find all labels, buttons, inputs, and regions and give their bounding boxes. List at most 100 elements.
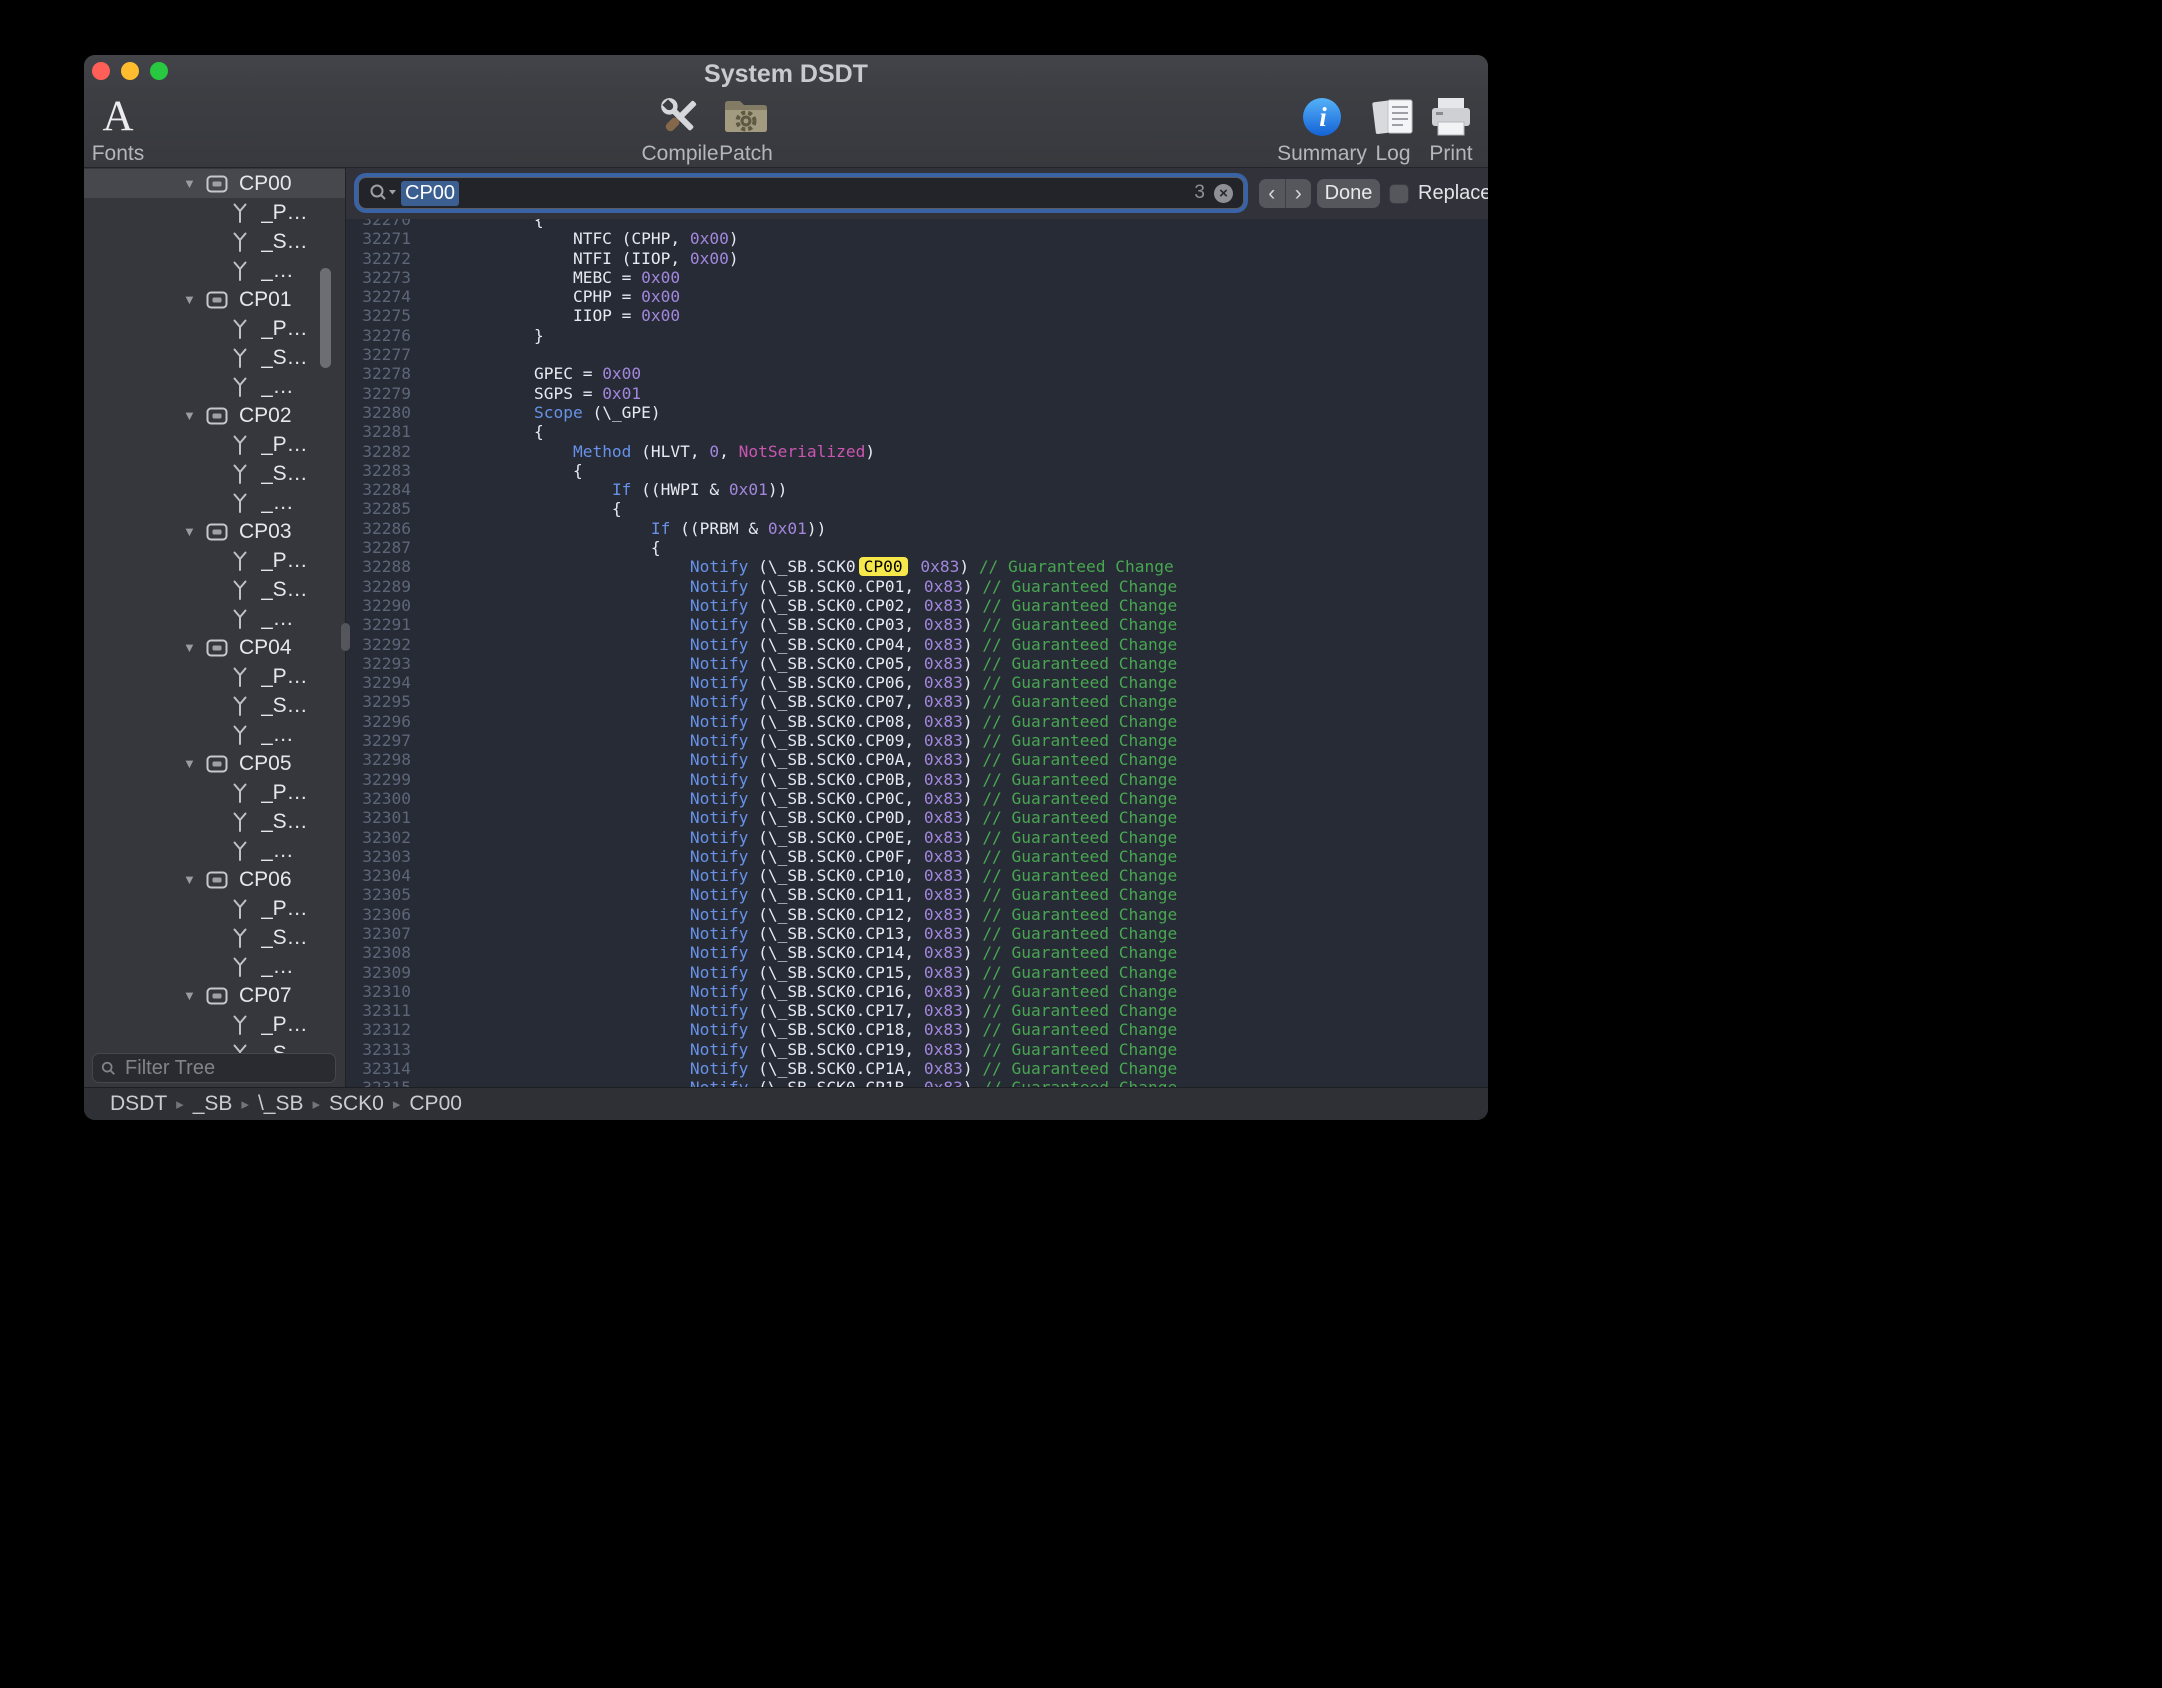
sidebar-scrollbar[interactable] bbox=[320, 268, 331, 368]
code-text: Notify (\_SB.SCK0.CP0B, 0x83) // Guarant… bbox=[456, 770, 1177, 789]
method-icon bbox=[230, 927, 250, 949]
code-token: (\_SB.SCK0.CP0A, bbox=[748, 750, 923, 769]
tree-item-_P[interactable]: _P… bbox=[84, 430, 345, 459]
line-number: 32272 bbox=[346, 249, 411, 268]
tree-item-_P[interactable]: _P… bbox=[84, 198, 345, 227]
tree-item-label: _… bbox=[261, 839, 294, 863]
breadcrumb-item-SCK0[interactable]: SCK0 bbox=[329, 1092, 384, 1116]
tree-item-label: CP02 bbox=[239, 404, 292, 428]
code-token: ((HWPI & bbox=[631, 480, 728, 499]
tree-item-_S[interactable]: _S… bbox=[84, 923, 345, 952]
disclosure-triangle-icon[interactable]: ▼ bbox=[183, 524, 201, 539]
code-token: Notify bbox=[690, 847, 748, 866]
code-text: Notify (\_SB.SCK0.CP15, 0x83) // Guarant… bbox=[456, 963, 1177, 982]
breadcrumb-item-_SB[interactable]: _SB bbox=[193, 1092, 233, 1116]
tree-item-CP05[interactable]: ▼CP05 bbox=[84, 749, 345, 778]
tree-item-CP06[interactable]: ▼CP06 bbox=[84, 865, 345, 894]
tree-item-_S[interactable]: _S… bbox=[84, 575, 345, 604]
code-token: (\_SB.SCK0.CP11, bbox=[748, 885, 923, 904]
tree-item-CP03[interactable]: ▼CP03 bbox=[84, 517, 345, 546]
code-text: Notify (\_SB.SCK0.CP06, 0x83) // Guarant… bbox=[456, 673, 1177, 692]
tree-item-_[interactable]: _… bbox=[84, 836, 345, 865]
filter-tree-input[interactable] bbox=[123, 1056, 327, 1081]
tree-item-CP04[interactable]: ▼CP04 bbox=[84, 633, 345, 662]
disclosure-triangle-icon[interactable]: ▼ bbox=[183, 176, 201, 191]
tree-item-_[interactable]: _… bbox=[84, 256, 345, 285]
tree-item-CP07[interactable]: ▼ CP07 bbox=[84, 981, 345, 1010]
code-editor[interactable]: 32270 {32271 NTFC (CPHP, 0x00)32272 NTFI… bbox=[346, 219, 1488, 1087]
find-next-button[interactable]: › bbox=[1286, 179, 1312, 208]
code-token: 0x83 bbox=[924, 712, 963, 731]
tree-item-label: CP07 bbox=[239, 984, 292, 1008]
tree-item-_P[interactable]: _P… bbox=[84, 546, 345, 575]
disclosure-triangle-icon[interactable]: ▼ bbox=[183, 640, 201, 655]
code-token: IIOP = bbox=[456, 306, 641, 325]
clear-search-icon[interactable]: × bbox=[1214, 184, 1233, 203]
filter-tree-field[interactable] bbox=[92, 1053, 336, 1083]
code-token: // Guaranteed Change bbox=[982, 615, 1177, 634]
search-menu-icon[interactable] bbox=[369, 183, 397, 203]
code-text: Notify (\_SB.SCK0.CP12, 0x83) // Guarant… bbox=[456, 905, 1177, 924]
tree-item-label: _… bbox=[261, 491, 294, 515]
code-token: 0x83 bbox=[924, 982, 963, 1001]
line-number: 32276 bbox=[346, 326, 411, 345]
tree-item-_P[interactable]: _P… bbox=[84, 314, 345, 343]
main-content: ▼CP00_P…_S…_…▼CP01_P…_S…_…▼CP02_P…_S…_…▼… bbox=[84, 168, 1488, 1087]
replace-checkbox[interactable] bbox=[1389, 184, 1409, 204]
breadcrumb-item-CP00[interactable]: CP00 bbox=[409, 1092, 462, 1116]
line-number: 32300 bbox=[346, 789, 411, 808]
print-button[interactable]: Print bbox=[1409, 93, 1488, 166]
code-token: // Guaranteed Change bbox=[982, 1059, 1177, 1078]
code-token: ) bbox=[963, 596, 983, 615]
disclosure-triangle-icon[interactable]: ▼ bbox=[183, 292, 201, 307]
breadcrumb-item-_SB[interactable]: \_SB bbox=[258, 1092, 304, 1116]
patch-button[interactable]: Patch bbox=[704, 93, 788, 166]
tree-item-_[interactable]: _… bbox=[84, 372, 345, 401]
code-line: 32284 If ((HWPI & 0x01)) bbox=[346, 480, 1488, 499]
tree-item-_S[interactable]: _S… bbox=[84, 343, 345, 372]
code-token: // Guaranteed Change bbox=[982, 905, 1177, 924]
code-token: 0x83 bbox=[924, 596, 963, 615]
method-icon bbox=[230, 1014, 250, 1036]
done-button[interactable]: Done bbox=[1317, 179, 1380, 208]
code-token: // Guaranteed Change bbox=[982, 885, 1177, 904]
code-line: 32272 NTFI (IIOP, 0x00) bbox=[346, 249, 1488, 268]
breadcrumb-item-DSDT[interactable]: DSDT bbox=[110, 1092, 167, 1116]
line-number: 32295 bbox=[346, 692, 411, 711]
tree-item-_[interactable]: _… bbox=[84, 720, 345, 749]
disclosure-triangle-icon[interactable]: ▼ bbox=[183, 756, 201, 771]
disclosure-triangle-icon[interactable]: ▼ bbox=[183, 408, 201, 423]
compile-tools-icon bbox=[656, 93, 704, 141]
tree-item-_P[interactable]: _P… bbox=[84, 778, 345, 807]
tree-item-_[interactable]: _… bbox=[84, 604, 345, 633]
line-number: 32282 bbox=[346, 442, 411, 461]
tree-item-_S[interactable]: _S… bbox=[84, 459, 345, 488]
tree-item-CP01[interactable]: ▼CP01 bbox=[84, 285, 345, 314]
tree-item-_P[interactable]: _P… bbox=[84, 662, 345, 691]
tree-item-_S[interactable]: _S… bbox=[84, 691, 345, 720]
tree-item-_[interactable]: _… bbox=[84, 952, 345, 981]
line-number: 32315 bbox=[346, 1078, 411, 1087]
tree-item-CP02[interactable]: ▼ CP02 bbox=[84, 401, 345, 430]
fonts-button[interactable]: A Fonts bbox=[84, 93, 160, 166]
tree-item-_[interactable]: _… bbox=[84, 488, 345, 517]
line-number: 32302 bbox=[346, 828, 411, 847]
tree-item-_P[interactable]: _P… bbox=[84, 894, 345, 923]
line-number: 32283 bbox=[346, 461, 411, 480]
code-token: If bbox=[612, 480, 632, 499]
code-token: // Guaranteed Change bbox=[982, 635, 1177, 654]
tree-item-CP00[interactable]: ▼CP00 bbox=[84, 169, 345, 198]
disclosure-triangle-icon[interactable]: ▼ bbox=[183, 872, 201, 887]
code-line: 32311 Notify (\_SB.SCK0.CP17, 0x83) // G… bbox=[346, 1001, 1488, 1020]
title-bar[interactable]: System DSDT bbox=[84, 55, 1488, 91]
disclosure-triangle-icon[interactable]: ▼ bbox=[183, 988, 201, 1003]
find-previous-button[interactable]: ‹ bbox=[1259, 179, 1286, 208]
tree-item-label: _S… bbox=[261, 346, 308, 370]
code-token bbox=[456, 1059, 690, 1078]
tree-item-_S[interactable]: _S… bbox=[84, 227, 345, 256]
tree-item-_P[interactable]: _P… bbox=[84, 1010, 345, 1039]
search-input[interactable]: CP00 3 × bbox=[358, 177, 1244, 209]
tree-item-_S[interactable]: _S… bbox=[84, 807, 345, 836]
line-number: 32311 bbox=[346, 1001, 411, 1020]
pane-splitter-handle[interactable] bbox=[341, 623, 350, 651]
